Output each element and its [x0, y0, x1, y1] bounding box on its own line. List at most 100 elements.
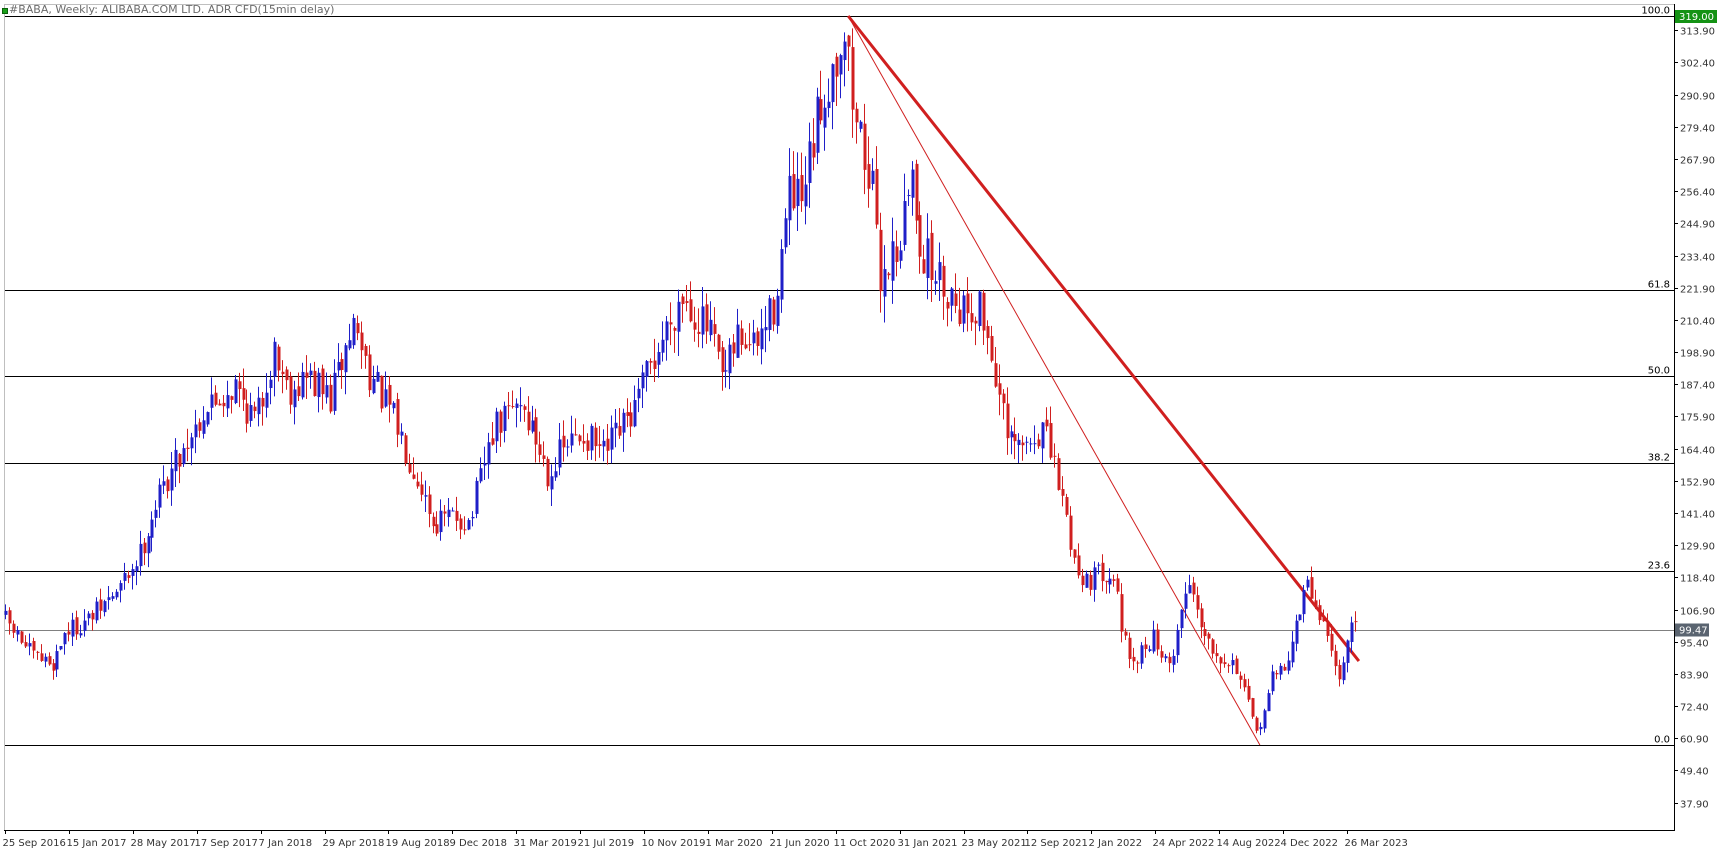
bull-candle: [1271, 664, 1275, 695]
bull-candle: [871, 158, 875, 191]
bull-candle: [503, 401, 507, 443]
bear-candle: [435, 511, 439, 537]
time-tick-label: 28 May 2017: [131, 838, 196, 849]
bear-candle: [649, 358, 653, 375]
bear-candle: [1207, 632, 1211, 650]
price-tick-label: 175.90: [1680, 413, 1715, 424]
bear-candle: [744, 332, 748, 350]
bull-candle: [1093, 561, 1097, 602]
bear-candle: [1132, 647, 1136, 671]
bull-candle: [471, 511, 475, 527]
bull-candle: [570, 415, 574, 453]
price-tick-label: 313.90: [1680, 27, 1715, 38]
price-chart[interactable]: 100.0 61.8 50.0 38.2 23.6 0.0 313.90 302.40 290…: [0, 0, 1724, 853]
bull-candle: [479, 457, 483, 484]
bear-candle: [127, 570, 131, 584]
bear-candle: [289, 371, 293, 414]
bear-candle: [218, 399, 222, 406]
bull-candle: [87, 611, 91, 626]
bear-candle: [534, 408, 538, 463]
bear-candle: [681, 293, 685, 323]
time-tick-label: 15 Jan 2017: [67, 838, 127, 849]
bear-candle: [986, 320, 990, 355]
bear-candle: [75, 610, 79, 640]
price-tick-label: 95.40: [1680, 639, 1709, 650]
bull-candle: [71, 612, 75, 646]
bull-candle: [44, 653, 48, 668]
bear-candle: [855, 102, 859, 144]
bear-candle: [538, 431, 542, 463]
trendlines[interactable]: [847, 15, 1361, 746]
bull-candle: [1097, 562, 1101, 575]
bear-candle: [242, 368, 246, 411]
bear-candle: [879, 212, 883, 313]
bear-candle: [1255, 716, 1259, 734]
bear-candle: [1013, 417, 1017, 460]
bear-candle: [1283, 663, 1287, 671]
bear-candle: [52, 658, 56, 680]
price-tick-label: 210.40: [1680, 317, 1715, 328]
bull-candle: [1010, 425, 1014, 455]
trendline[interactable]: [847, 15, 1261, 746]
bear-candle: [1314, 589, 1318, 610]
bull-candle: [752, 319, 756, 356]
bear-candle: [507, 391, 511, 420]
time-tick-label: 21 Jul 2019: [578, 838, 635, 849]
bull-candle: [1180, 609, 1184, 639]
bear-candle: [915, 159, 919, 234]
bull-candle: [28, 633, 32, 656]
fib-level-label: 61.8: [1648, 280, 1670, 291]
bear-candle: [1057, 453, 1061, 491]
bear-candle: [1089, 570, 1093, 596]
time-tick-label: 25 Sep 2016: [3, 838, 66, 849]
bull-candle: [376, 365, 380, 382]
bear-candle: [970, 293, 974, 331]
bear-candle: [1136, 660, 1140, 674]
bull-candle: [111, 592, 115, 602]
bull-candle: [1346, 639, 1350, 673]
bear-candle: [12, 620, 16, 639]
bull-candle: [352, 313, 356, 349]
bear-candle: [368, 345, 372, 397]
bull-candle: [372, 365, 376, 395]
bull-candle: [788, 148, 792, 245]
bear-candle: [463, 516, 467, 535]
price-tick-label: 118.40: [1680, 574, 1715, 585]
price-tick-label: 83.90: [1680, 671, 1709, 682]
time-tick-label: 14 Aug 2022: [1217, 838, 1281, 849]
bull-candle: [123, 562, 127, 590]
bear-candle: [1219, 656, 1223, 674]
bull-candle: [1302, 584, 1306, 623]
bear-candle: [1101, 554, 1105, 592]
bear-candle: [982, 289, 986, 345]
bull-candle: [926, 213, 930, 300]
bear-candle: [198, 418, 202, 438]
bull-candle: [154, 500, 158, 528]
bull-candle: [210, 377, 214, 421]
bear-candle: [24, 635, 28, 648]
bear-candle: [958, 287, 962, 327]
bull-candle: [1298, 614, 1302, 621]
bear-candle: [340, 352, 344, 389]
bear-candle: [847, 34, 851, 72]
bear-candle: [582, 424, 586, 453]
bear-candle: [990, 325, 994, 363]
price-tick-label: 233.40: [1680, 253, 1715, 264]
bull-candle: [202, 406, 206, 439]
bull-candle: [249, 392, 253, 427]
bear-candle: [1144, 636, 1148, 658]
bear-candle: [1045, 407, 1049, 432]
bull-candle: [194, 409, 198, 454]
bear-candle: [1002, 389, 1006, 420]
bull-candle: [911, 161, 915, 216]
bull-candle: [934, 270, 938, 295]
bull-candle: [1279, 662, 1283, 680]
bull-candle: [103, 599, 107, 617]
bear-candle: [1239, 671, 1243, 689]
bull-candle: [131, 563, 135, 590]
bear-candle: [875, 146, 879, 229]
bear-candle: [863, 103, 867, 195]
bull-candle: [206, 411, 210, 427]
bull-candle: [182, 443, 186, 468]
candlestick-series: [4, 28, 1358, 736]
